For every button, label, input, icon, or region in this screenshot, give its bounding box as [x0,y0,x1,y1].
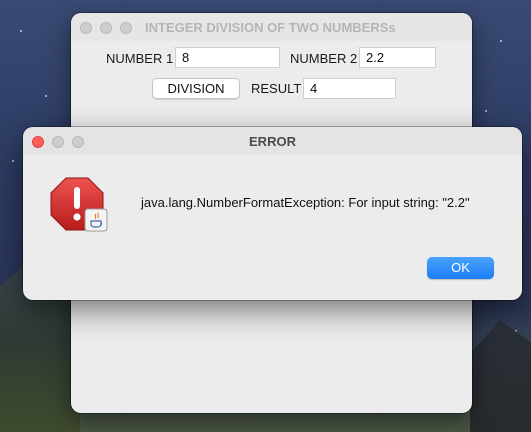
error-dialog: ERROR java.lang.NumberFormatException: F… [23,127,522,300]
dialog-titlebar: ERROR [23,127,522,155]
number1-field[interactable]: 8 [175,47,280,68]
error-stop-icon [50,177,108,232]
number1-label: NUMBER 1 [106,51,174,66]
close-window-button[interactable] [80,22,92,34]
minimize-window-button[interactable] [100,22,112,34]
result-field[interactable]: 4 [303,78,396,99]
number2-label: NUMBER 2 [290,51,358,66]
dialog-title: ERROR [249,134,296,149]
number2-field[interactable]: 2.2 [359,47,436,68]
error-message: java.lang.NumberFormatException: For inp… [141,195,470,210]
java-badge-icon [84,208,108,232]
main-titlebar: INTEGER DIVISION OF TWO NUMBERSs [71,13,472,41]
division-button[interactable]: DIVISION [152,78,240,99]
ok-button[interactable]: OK [427,257,494,279]
result-label: RESULT [251,81,302,96]
window-title: INTEGER DIVISION OF TWO NUMBERSs [145,20,396,35]
zoom-window-button[interactable] [120,22,132,34]
